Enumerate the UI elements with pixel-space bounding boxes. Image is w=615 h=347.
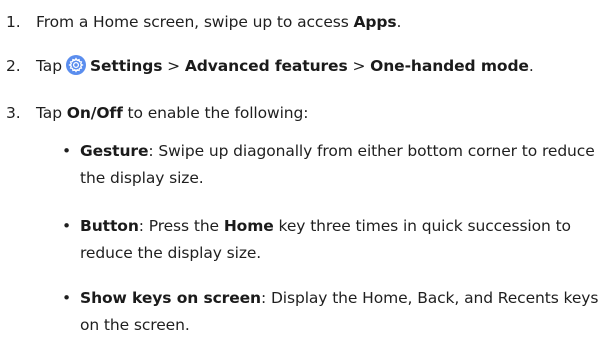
home-key-label: Home — [223, 217, 274, 235]
option-text: Button: Press the Home key three times i… — [80, 217, 571, 262]
instructions-document: 1. From a Home screen, swipe up to acces… — [0, 0, 615, 347]
bullet-icon: • — [62, 217, 72, 235]
bullet-icon: • — [62, 142, 72, 160]
step-number: 1. — [6, 13, 21, 31]
step-text: Tap On/Off to enable the following: — [36, 104, 309, 122]
option-title: Show keys on screen — [80, 289, 261, 307]
step-number: 3. — [6, 104, 21, 122]
step-text: From a Home screen, swipe up to access A… — [36, 13, 402, 31]
one-handed-mode-label: One-handed mode — [370, 57, 529, 75]
option-title: Button — [80, 217, 139, 235]
settings-gear-icon — [65, 55, 86, 75]
apps-label: Apps — [353, 13, 397, 31]
bullet-icon: • — [62, 289, 72, 307]
option-text: Gesture: Swipe up diagonally from either… — [80, 142, 595, 187]
step-number: 2. — [6, 57, 21, 75]
advanced-features-label: Advanced features — [184, 57, 348, 75]
option-text: Show keys on screen: Display the Home, B… — [80, 289, 599, 334]
option-title: Gesture — [80, 142, 149, 160]
settings-label: Settings — [89, 57, 163, 75]
step-text: Tap Settings > Advanced features > One-ha… — [36, 55, 534, 75]
on-off-label: On/Off — [66, 104, 123, 122]
